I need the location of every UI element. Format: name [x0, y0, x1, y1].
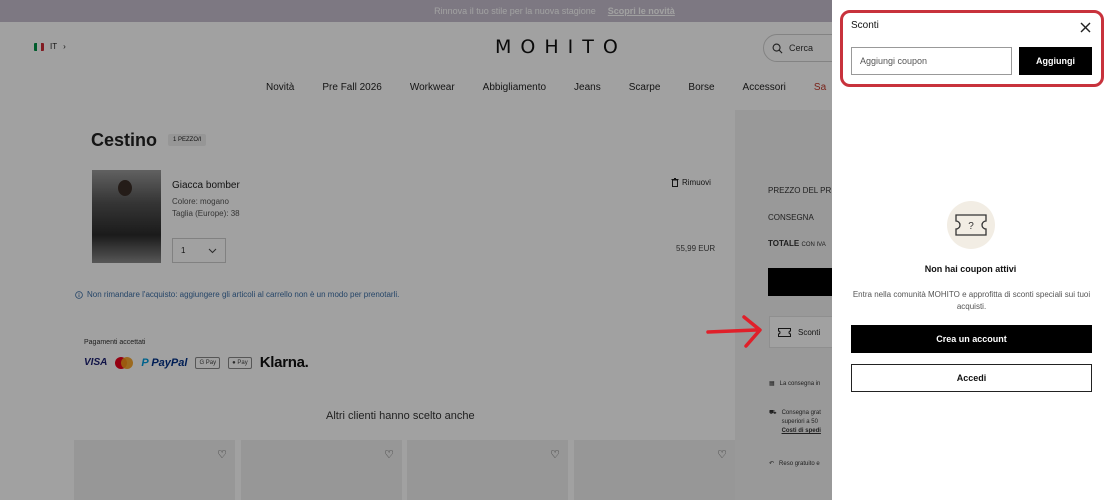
modal-backdrop[interactable] — [0, 0, 832, 500]
svg-text:?: ? — [968, 221, 974, 232]
empty-state-description: Entra nella comunità MOHITO e approfitta… — [852, 290, 1091, 311]
add-coupon-button[interactable]: Aggiungi — [1019, 47, 1092, 75]
drawer-title: Sconti — [851, 20, 879, 31]
annotation-arrow-icon — [706, 315, 762, 348]
ticket-question-icon: ? — [955, 214, 987, 236]
empty-state-title: Non hai coupon attivi — [924, 264, 1017, 274]
close-button[interactable] — [1077, 19, 1093, 35]
login-button[interactable]: Accedi — [851, 364, 1092, 392]
coupon-illustration: ? — [947, 201, 995, 249]
coupon-input[interactable] — [851, 47, 1012, 75]
close-icon — [1080, 22, 1090, 32]
create-account-button[interactable]: Crea un account — [851, 325, 1092, 353]
